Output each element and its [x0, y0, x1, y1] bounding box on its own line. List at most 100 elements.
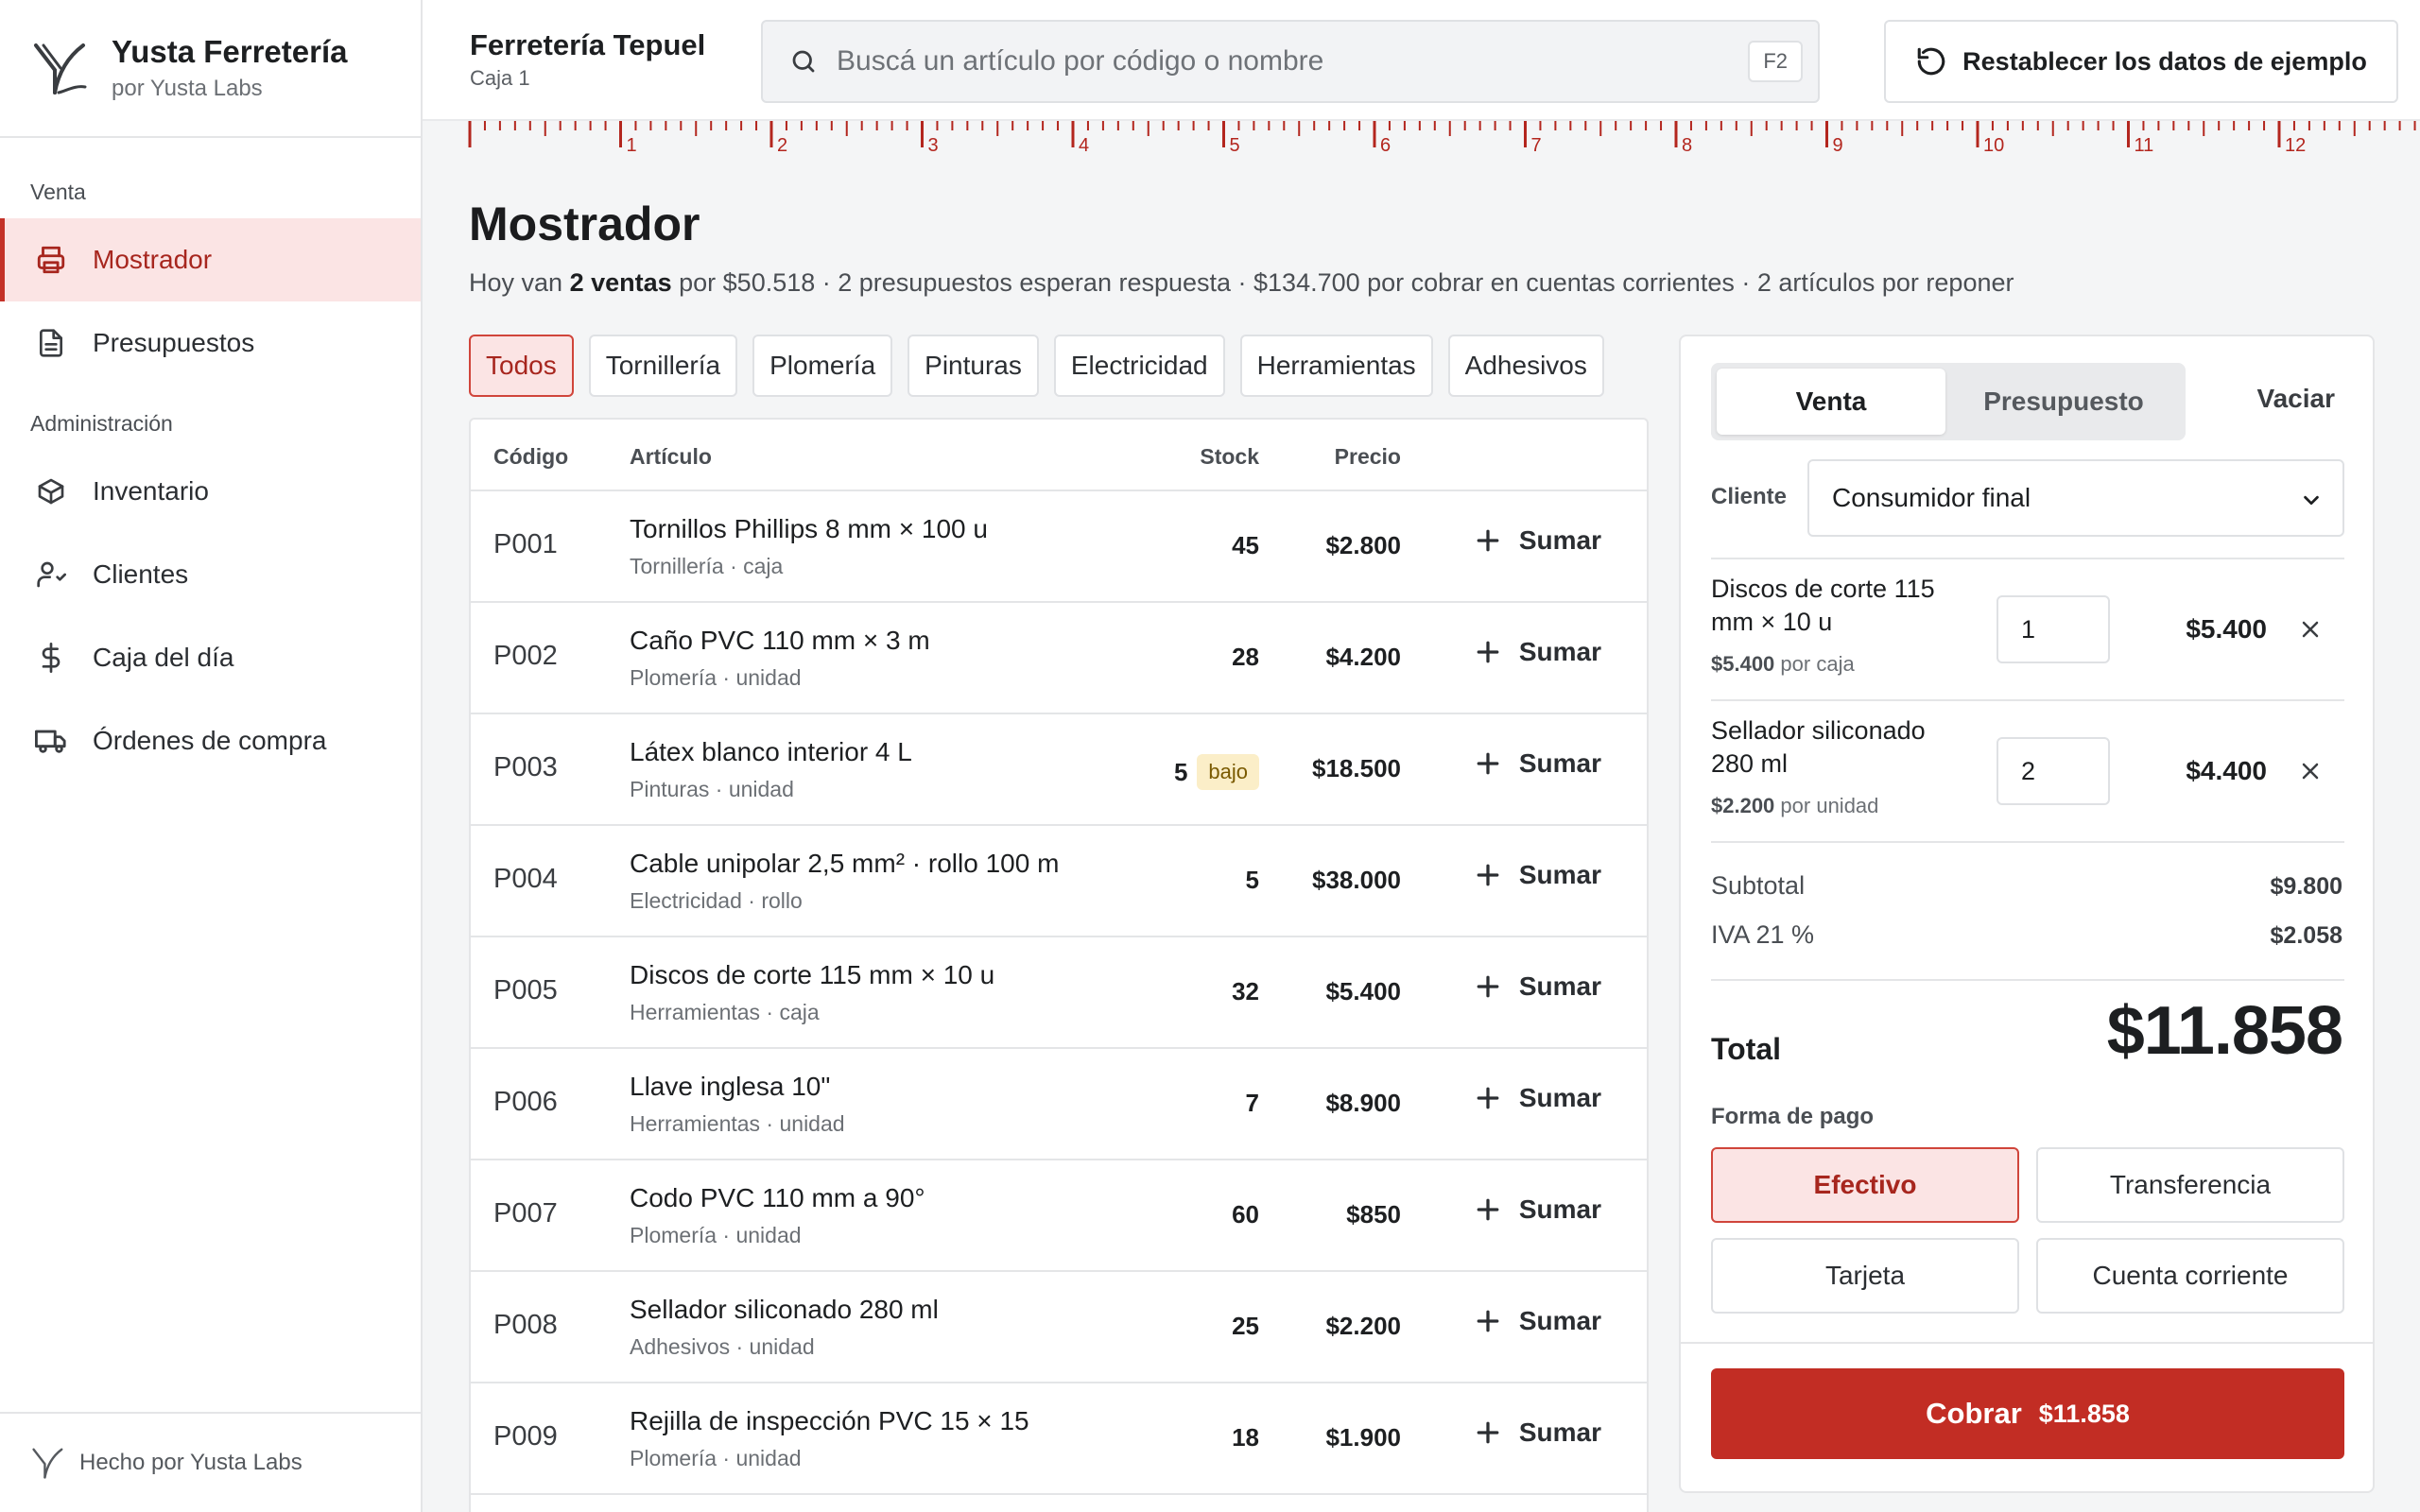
- payment-card-button[interactable]: Tarjeta: [1711, 1238, 2019, 1314]
- filter-plomeria[interactable]: Plomería: [752, 335, 893, 397]
- sidebar-item-presupuestos[interactable]: Presupuestos: [0, 301, 421, 385]
- filter-electricidad[interactable]: Electricidad: [1053, 335, 1225, 397]
- charge-label: Cobrar: [1926, 1397, 2022, 1430]
- product-stock: 25: [1232, 1312, 1259, 1341]
- truck-icon: [34, 724, 68, 758]
- table-row: P006 Llave inglesa 10" Herramientas · unid…: [471, 1049, 1647, 1160]
- add-label: Sumar: [1518, 748, 1601, 778]
- search-box[interactable]: F2: [761, 20, 1820, 103]
- sidebar-item-mostrador[interactable]: Mostrador: [0, 218, 421, 301]
- total-label: Total: [1711, 1032, 1782, 1066]
- add-to-cart-button[interactable]: Sumar: [1476, 860, 1601, 890]
- payment-method-label: Forma de pago: [1711, 1104, 1875, 1129]
- add-to-cart-button[interactable]: Sumar: [1476, 637, 1601, 667]
- table-row: P003 Látex blanco interior 4 L Pinturas · …: [471, 714, 1647, 826]
- divider: [1711, 979, 2344, 981]
- mode-quote-tab[interactable]: Presupuesto: [1949, 369, 2178, 435]
- product-price: $2.200: [1325, 1312, 1401, 1340]
- mode-sale-tab[interactable]: Venta: [1717, 369, 1945, 435]
- filter-herramientas[interactable]: Herramientas: [1239, 335, 1433, 397]
- plus-icon: [1477, 1198, 1499, 1221]
- charge-button[interactable]: Cobrar $11.858: [1711, 1368, 2344, 1459]
- add-to-cart-button[interactable]: Sumar: [1476, 1418, 1601, 1448]
- add-to-cart-button[interactable]: Sumar: [1476, 1083, 1601, 1113]
- add-to-cart-button[interactable]: Sumar: [1476, 525, 1601, 556]
- summary-prefix: Hoy van: [469, 268, 570, 297]
- cart-line-qty-input[interactable]: 1: [1996, 595, 2110, 663]
- add-label: Sumar: [1518, 1194, 1601, 1224]
- payment-transfer-button[interactable]: Transferencia: [2036, 1147, 2344, 1223]
- add-to-cart-button[interactable]: Sumar: [1476, 748, 1601, 779]
- sidebar-item-caja-del-dia[interactable]: Caja del día: [0, 616, 421, 699]
- plus-icon: [1477, 752, 1499, 775]
- product-meta: Tornillería · caja: [630, 554, 784, 578]
- divider: [1681, 1342, 2373, 1344]
- cart-line-qty-input[interactable]: 2: [1996, 737, 2110, 805]
- store-name: Ferretería Tepuel: [470, 28, 706, 61]
- measuring-ruler: 1 2 3 4 5 6 7 8 9 10 11 12: [423, 119, 2420, 155]
- product-code: P001: [493, 529, 558, 559]
- ruler-number: 6: [1380, 135, 1391, 155]
- header-item: Artículo: [630, 444, 712, 469]
- clear-cart-button[interactable]: Vaciar: [2256, 384, 2335, 414]
- payment-cash-button[interactable]: Efectivo: [1711, 1147, 2019, 1223]
- product-code: P005: [493, 975, 558, 1005]
- search-input[interactable]: [837, 45, 1818, 77]
- document-icon: [34, 326, 68, 360]
- add-to-cart-button[interactable]: Sumar: [1476, 1306, 1601, 1336]
- brand: Yusta Ferretería por Yusta Labs: [0, 0, 421, 138]
- divider: [1711, 699, 2344, 701]
- cart-line-unit-amount: $5.400: [1711, 652, 1775, 676]
- brand-logo-small-icon: [32, 1448, 63, 1479]
- add-to-cart-button[interactable]: Sumar: [1476, 1194, 1601, 1225]
- filter-todos[interactable]: Todos: [469, 335, 574, 397]
- add-to-cart-button[interactable]: Sumar: [1476, 971, 1601, 1002]
- filter-tornilleria[interactable]: Tornillería: [588, 335, 738, 397]
- ruler-number: 7: [1531, 135, 1542, 155]
- stock-value: 7: [1245, 1089, 1259, 1117]
- product-code: P002: [493, 641, 558, 671]
- product-stock: 18: [1232, 1423, 1259, 1452]
- stock-value: 32: [1232, 977, 1259, 1005]
- ruler-number: 3: [928, 135, 939, 155]
- remove-line-icon[interactable]: [2299, 618, 2322, 641]
- box-icon: [34, 474, 68, 508]
- brand-logo-icon: [34, 43, 87, 94]
- cart-line-total: $4.400: [2186, 756, 2267, 785]
- add-label: Sumar: [1518, 637, 1601, 666]
- product-stock: 5: [1246, 866, 1259, 895]
- product-meta: Herramientas · caja: [630, 1000, 820, 1024]
- sidebar-item-label: Presupuestos: [93, 328, 255, 357]
- sidebar-item-ordenes-de-compra[interactable]: Órdenes de compra: [0, 699, 421, 782]
- client-select[interactable]: Consumidor final: [1807, 459, 2344, 537]
- ruler-number: 10: [1983, 135, 2004, 155]
- filter-adhesivos[interactable]: Adhesivos: [1447, 335, 1604, 397]
- client-value: Consumidor final: [1832, 483, 2031, 512]
- header-stock: Stock: [1200, 444, 1259, 469]
- plus-icon: [1477, 1310, 1499, 1332]
- cart-line-unit-amount: $2.200: [1711, 794, 1775, 817]
- filter-pinturas[interactable]: Pinturas: [908, 335, 1039, 397]
- product-price: $8.900: [1325, 1089, 1401, 1117]
- cart-panel: Venta Presupuesto Vaciar Cliente Consumi…: [1679, 335, 2375, 1493]
- sidebar-item-clientes[interactable]: Clientes: [0, 533, 421, 616]
- add-label: Sumar: [1518, 1083, 1601, 1112]
- ruler-number: 11: [2135, 135, 2154, 155]
- ruler-number: 12: [2285, 135, 2306, 155]
- header-price: Precio: [1334, 444, 1401, 469]
- product-price: $5.400: [1325, 977, 1401, 1005]
- cart-line-unit-label: por unidad: [1780, 794, 1879, 817]
- reset-sample-data-button[interactable]: Restablecer los datos de ejemplo: [1884, 20, 2398, 103]
- dollar-icon: [34, 641, 68, 675]
- payment-account-button[interactable]: Cuenta corriente: [2036, 1238, 2344, 1314]
- stock-value: 18: [1232, 1423, 1259, 1452]
- brand-subtitle: por Yusta Labs: [112, 76, 263, 101]
- table-row: P005 Discos de corte 115 mm × 10 u Herrami…: [471, 937, 1647, 1049]
- sidebar-item-inventario[interactable]: Inventario: [0, 450, 421, 533]
- stock-value: 5: [1245, 866, 1259, 894]
- remove-line-icon[interactable]: [2299, 760, 2322, 782]
- chevron-down-icon: [2304, 495, 2319, 506]
- mode-toggle: Venta Presupuesto: [1711, 363, 2186, 440]
- header-code: Código: [493, 444, 569, 469]
- product-stock: 32: [1232, 977, 1259, 1006]
